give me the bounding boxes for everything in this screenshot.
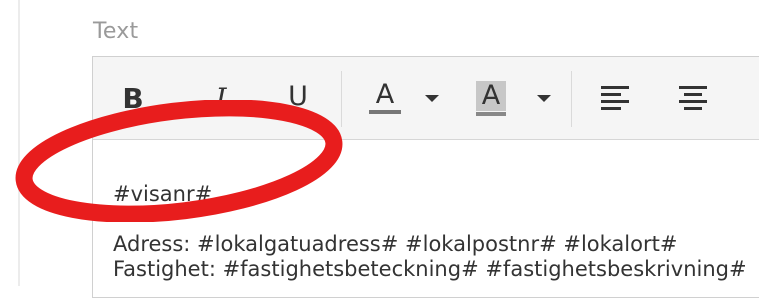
background-color-icon: A xyxy=(475,80,507,111)
underline-button[interactable]: U xyxy=(280,57,316,139)
editor-toolbar: B I U A A xyxy=(93,57,759,140)
toolbar-separator xyxy=(341,71,342,127)
editor-content[interactable]: #visanr# Adress: #lokalgatuadress# #loka… xyxy=(93,140,759,297)
font-color-button[interactable]: A xyxy=(365,57,405,139)
bold-button[interactable]: B xyxy=(115,57,151,139)
text-field-label: Text xyxy=(93,19,139,44)
content-line-address: Adress: #lokalgatuadress# #lokalpostnr# … xyxy=(113,232,678,256)
font-color-dropdown[interactable] xyxy=(421,57,443,139)
background-color-button[interactable]: A xyxy=(471,57,511,139)
toolbar-separator xyxy=(571,71,572,127)
align-left-icon xyxy=(601,86,629,110)
bold-icon: B xyxy=(122,81,144,115)
align-center-button[interactable] xyxy=(675,57,711,139)
align-center-icon xyxy=(679,86,707,110)
content-line-property: Fastighet: #fastighetsbeteckning# #fasti… xyxy=(113,257,747,281)
left-border xyxy=(18,0,20,286)
font-color-icon: A xyxy=(375,79,395,110)
align-left-button[interactable] xyxy=(597,57,633,139)
rich-text-editor: B I U A A #visanr# Adress: #lokalgatuadr xyxy=(92,56,759,298)
background-color-swatch xyxy=(476,111,506,116)
chevron-down-icon xyxy=(425,94,439,102)
chevron-down-icon xyxy=(537,94,551,102)
font-color-swatch xyxy=(369,110,401,114)
italic-button[interactable]: I xyxy=(203,57,239,139)
background-color-dropdown[interactable] xyxy=(533,57,555,139)
underline-icon: U xyxy=(288,80,308,113)
content-line-visanr: #visanr# xyxy=(113,182,213,206)
italic-icon: I xyxy=(215,81,227,115)
